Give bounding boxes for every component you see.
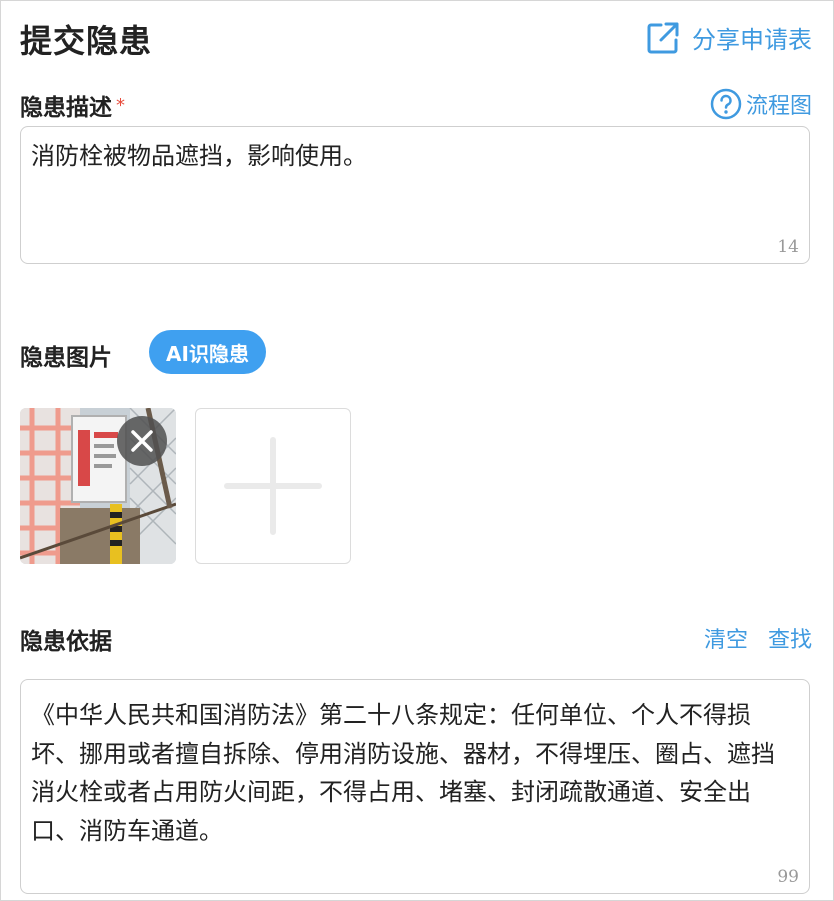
images-label: 隐患图片: [20, 345, 112, 371]
share-form-button[interactable]: 分享申请表: [646, 20, 812, 55]
required-mark: *: [116, 95, 125, 116]
close-icon: [131, 430, 153, 452]
description-textarea[interactable]: 消防栓被物品遮挡，影响使用。 14: [20, 126, 810, 264]
basis-label: 隐患依据: [20, 629, 112, 655]
ai-detect-button[interactable]: AI识隐患: [149, 330, 266, 374]
share-label: 分享申请表: [692, 26, 812, 54]
external-link-icon: [647, 22, 679, 53]
basis-char-count: 99: [771, 867, 799, 887]
description-text: 消防栓被物品遮挡，影响使用。: [31, 142, 367, 170]
description-label-text: 隐患描述: [20, 95, 112, 121]
plus-icon: [224, 437, 322, 535]
description-char-count: 14: [777, 237, 799, 257]
search-button[interactable]: 查找: [768, 622, 812, 654]
basis-textarea[interactable]: 《中华人民共和国消防法》第二十八条规定：任何单位、个人不得损坏、挪用或者擅自拆除…: [20, 679, 810, 894]
remove-photo-button[interactable]: [117, 416, 167, 466]
question-circle-icon: [710, 88, 742, 120]
page-title: 提交隐患: [20, 22, 153, 60]
add-photo-button[interactable]: [195, 408, 351, 564]
description-label: 隐患描述 *: [20, 88, 125, 122]
basis-actions: 清空 查找: [704, 622, 812, 654]
flowchart-label: 流程图: [745, 94, 812, 119]
basis-text: 《中华人民共和国消防法》第二十八条规定：任何单位、个人不得损坏、挪用或者擅自拆除…: [31, 701, 775, 845]
clear-button[interactable]: 清空: [704, 622, 748, 654]
flowchart-link[interactable]: 流程图: [710, 88, 812, 120]
